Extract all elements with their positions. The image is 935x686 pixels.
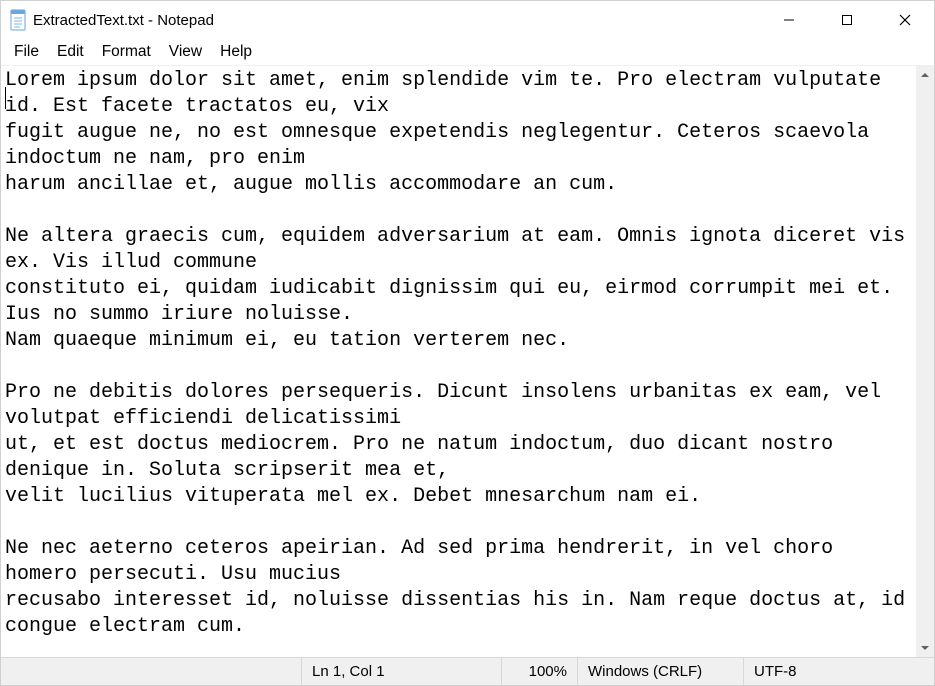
- scroll-up-button[interactable]: [916, 66, 934, 84]
- menu-bar: File Edit Format View Help: [1, 39, 934, 65]
- status-line-ending: Windows (CRLF): [577, 658, 743, 685]
- menu-help[interactable]: Help: [211, 41, 261, 63]
- menu-format[interactable]: Format: [93, 41, 160, 63]
- vertical-scrollbar[interactable]: [916, 66, 934, 657]
- menu-file[interactable]: File: [5, 41, 48, 63]
- status-zoom: 100%: [501, 658, 577, 685]
- document-content: Lorem ipsum dolor sit amet, enim splendi…: [5, 69, 916, 638]
- text-caret: [5, 87, 6, 109]
- window-title: ExtractedText.txt - Notepad: [33, 12, 214, 29]
- status-empty: [1, 658, 301, 685]
- editor-area: Lorem ipsum dolor sit amet, enim splendi…: [1, 65, 934, 657]
- status-bar: Ln 1, Col 1 100% Windows (CRLF) UTF-8: [1, 657, 934, 685]
- close-button[interactable]: [876, 1, 934, 39]
- menu-edit[interactable]: Edit: [48, 41, 93, 63]
- maximize-button[interactable]: [818, 1, 876, 39]
- menu-view[interactable]: View: [160, 41, 211, 63]
- scroll-down-button[interactable]: [916, 639, 934, 657]
- status-encoding: UTF-8: [743, 658, 934, 685]
- minimize-button[interactable]: [760, 1, 818, 39]
- notepad-icon: [9, 9, 27, 31]
- status-cursor-position: Ln 1, Col 1: [301, 658, 501, 685]
- title-bar[interactable]: ExtractedText.txt - Notepad: [1, 1, 934, 39]
- text-editor[interactable]: Lorem ipsum dolor sit amet, enim splendi…: [1, 66, 916, 657]
